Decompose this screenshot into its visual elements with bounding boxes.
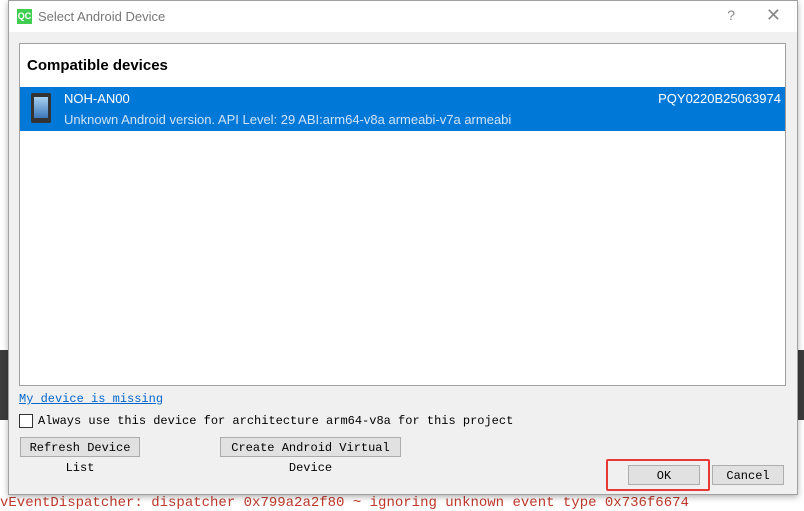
phone-icon [31, 93, 51, 123]
cancel-button[interactable]: Cancel [712, 465, 784, 485]
checkbox-box[interactable] [19, 414, 33, 428]
device-row[interactable]: NOH-AN00 PQY0220B25063974 Unknown Androi… [20, 87, 785, 131]
help-button[interactable]: ? [727, 7, 735, 23]
always-use-checkbox[interactable]: Always use this device for architecture … [19, 414, 513, 428]
my-device-missing-link[interactable]: My device is missing [19, 392, 163, 406]
highlight-annotation [606, 459, 710, 491]
background-log-text: vEventDispatcher: dispatcher 0x799a2a2f8… [0, 495, 689, 511]
select-android-device-dialog: QC Select Android Device ? ✕ Compatible … [8, 0, 798, 495]
window-title: Select Android Device [38, 9, 166, 24]
checkbox-label: Always use this device for architecture … [38, 414, 514, 428]
device-serial: PQY0220B25063974 [658, 91, 781, 106]
device-description: Unknown Android version. API Level: 29 A… [64, 112, 512, 127]
device-list[interactable]: Compatible devices NOH-AN00 PQY0220B2506… [19, 43, 786, 386]
create-avd-button[interactable]: Create Android Virtual Device [220, 437, 401, 475]
qt-creator-logo-icon: QC [17, 9, 32, 24]
refresh-device-list-button[interactable]: Refresh Device List [20, 437, 140, 475]
device-name: NOH-AN00 [64, 91, 130, 106]
title-bar: QC Select Android Device ? ✕ [9, 1, 797, 32]
list-header: Compatible devices [27, 57, 168, 74]
close-button[interactable]: ✕ [766, 5, 781, 26]
